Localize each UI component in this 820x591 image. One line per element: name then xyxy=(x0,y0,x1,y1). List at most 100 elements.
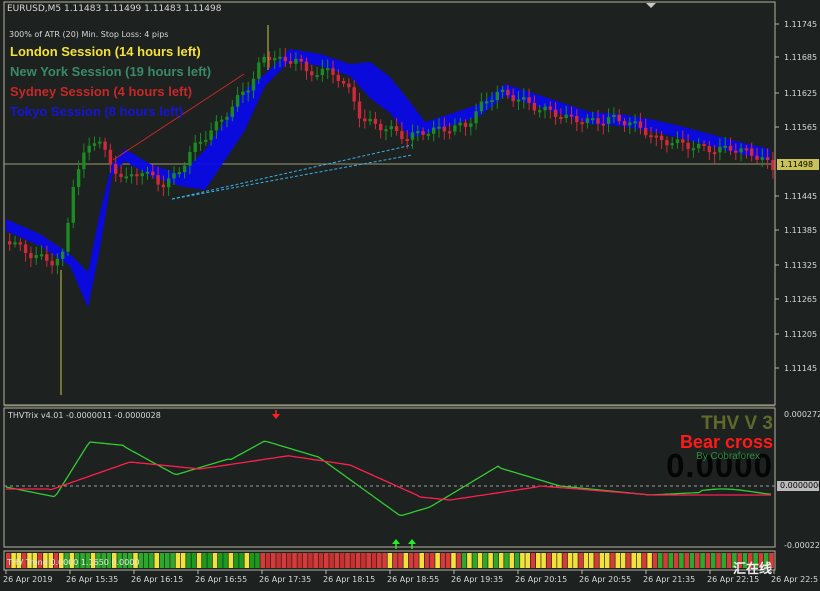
trend-block xyxy=(445,553,451,568)
trend-block xyxy=(292,553,297,568)
time-tick: 26 Apr 22:5 xyxy=(771,575,819,584)
candle-body xyxy=(538,110,542,113)
trend-block xyxy=(414,553,419,568)
trend-block xyxy=(430,553,435,568)
candle-body xyxy=(188,151,192,166)
price-tick: 1.11745 xyxy=(784,20,818,29)
candle-body xyxy=(389,126,393,130)
candle-body xyxy=(654,135,658,138)
price-tick: 1.11685 xyxy=(784,53,818,62)
trend-block xyxy=(689,553,695,568)
trend-block xyxy=(180,553,186,568)
trend-block xyxy=(435,553,440,568)
trend-block xyxy=(392,553,398,568)
candle-body xyxy=(50,260,54,266)
candle-body xyxy=(416,131,420,134)
trend-block xyxy=(583,553,589,568)
trend-block xyxy=(170,553,175,568)
candle-body xyxy=(675,139,680,144)
candle-body xyxy=(437,126,441,129)
candle-body xyxy=(352,87,356,102)
candle-body xyxy=(220,119,224,122)
session-newyork: New York Session (19 hours left) xyxy=(10,64,212,79)
candle-body xyxy=(400,131,404,140)
session-tokyo: Tokyo Session (8 hours left) xyxy=(10,104,184,119)
scroll-marker-icon[interactable] xyxy=(646,3,656,8)
candle-body xyxy=(575,115,579,123)
trend-block xyxy=(265,553,271,568)
candle-body xyxy=(103,141,107,150)
candle-body xyxy=(765,157,770,161)
candle-body xyxy=(734,150,738,153)
candle-body xyxy=(273,58,277,61)
trend-block xyxy=(212,553,218,568)
trend-block xyxy=(339,553,345,568)
trend-block xyxy=(297,553,303,568)
candle-body xyxy=(119,173,123,178)
current-price-badge: 1.11498 xyxy=(777,159,819,170)
trend-block xyxy=(308,553,313,568)
candle-body xyxy=(495,91,499,101)
trend-block xyxy=(520,553,525,568)
candle-body xyxy=(379,123,383,131)
candle-body xyxy=(750,148,754,156)
candle-body xyxy=(23,244,28,254)
time-tick: 26 Apr 16:55 xyxy=(195,575,248,584)
candle-body xyxy=(744,148,749,151)
trend-block xyxy=(477,553,483,568)
candle-body xyxy=(723,145,727,148)
trend-block xyxy=(249,553,255,568)
candle-body xyxy=(204,139,208,142)
indicator-tick: 0.0002723 xyxy=(784,410,820,419)
trend-block xyxy=(551,553,557,568)
candle-body xyxy=(707,146,711,153)
indicator-tick: -0.0002292 xyxy=(784,541,820,550)
trend-block xyxy=(472,553,477,568)
candle-body xyxy=(347,83,351,88)
candle-body xyxy=(257,62,261,79)
trend-block xyxy=(159,553,165,568)
candle-body xyxy=(771,160,775,171)
trend-block xyxy=(419,553,424,568)
trend-block xyxy=(175,553,181,568)
trend-block xyxy=(695,553,700,568)
trend-block xyxy=(604,553,610,568)
signal-label: Bear cross xyxy=(679,432,773,452)
candle-body xyxy=(8,241,12,245)
trend-block xyxy=(726,553,732,568)
time-tick: 26 Apr 2019 xyxy=(3,575,53,584)
candle-body xyxy=(140,173,144,177)
candle-body xyxy=(553,109,558,117)
candle-body xyxy=(686,142,690,149)
trend-block xyxy=(652,553,658,568)
trend-block xyxy=(345,553,350,568)
candle-body xyxy=(336,74,340,82)
candle-body xyxy=(405,139,409,142)
trend-block xyxy=(663,553,668,568)
watermark: 汇在线 xyxy=(733,562,773,577)
trend-block xyxy=(302,553,308,568)
time-tick: 26 Apr 20:15 xyxy=(515,575,568,584)
price-tick: 1.11445 xyxy=(784,192,818,201)
candle-body xyxy=(373,118,378,124)
trend-block xyxy=(578,553,583,568)
candle-body xyxy=(66,222,70,252)
trix-lines xyxy=(5,440,772,517)
trend-block xyxy=(398,553,403,568)
candle-body xyxy=(124,176,128,179)
candle-body xyxy=(532,102,537,111)
trend-block xyxy=(366,553,371,568)
candle-body xyxy=(548,106,552,110)
trend-block xyxy=(647,553,652,568)
trend-block xyxy=(589,553,594,568)
candle-body xyxy=(368,118,372,122)
price-tick: 1.11265 xyxy=(784,295,818,304)
candle-body xyxy=(447,131,452,134)
credit-label: By Cobraforex xyxy=(696,451,760,462)
trend-block xyxy=(514,553,520,568)
trend-block xyxy=(636,553,642,568)
trend-block xyxy=(143,553,149,568)
candle-body xyxy=(516,99,521,102)
trend-block xyxy=(313,553,318,568)
candle-body xyxy=(490,100,494,103)
